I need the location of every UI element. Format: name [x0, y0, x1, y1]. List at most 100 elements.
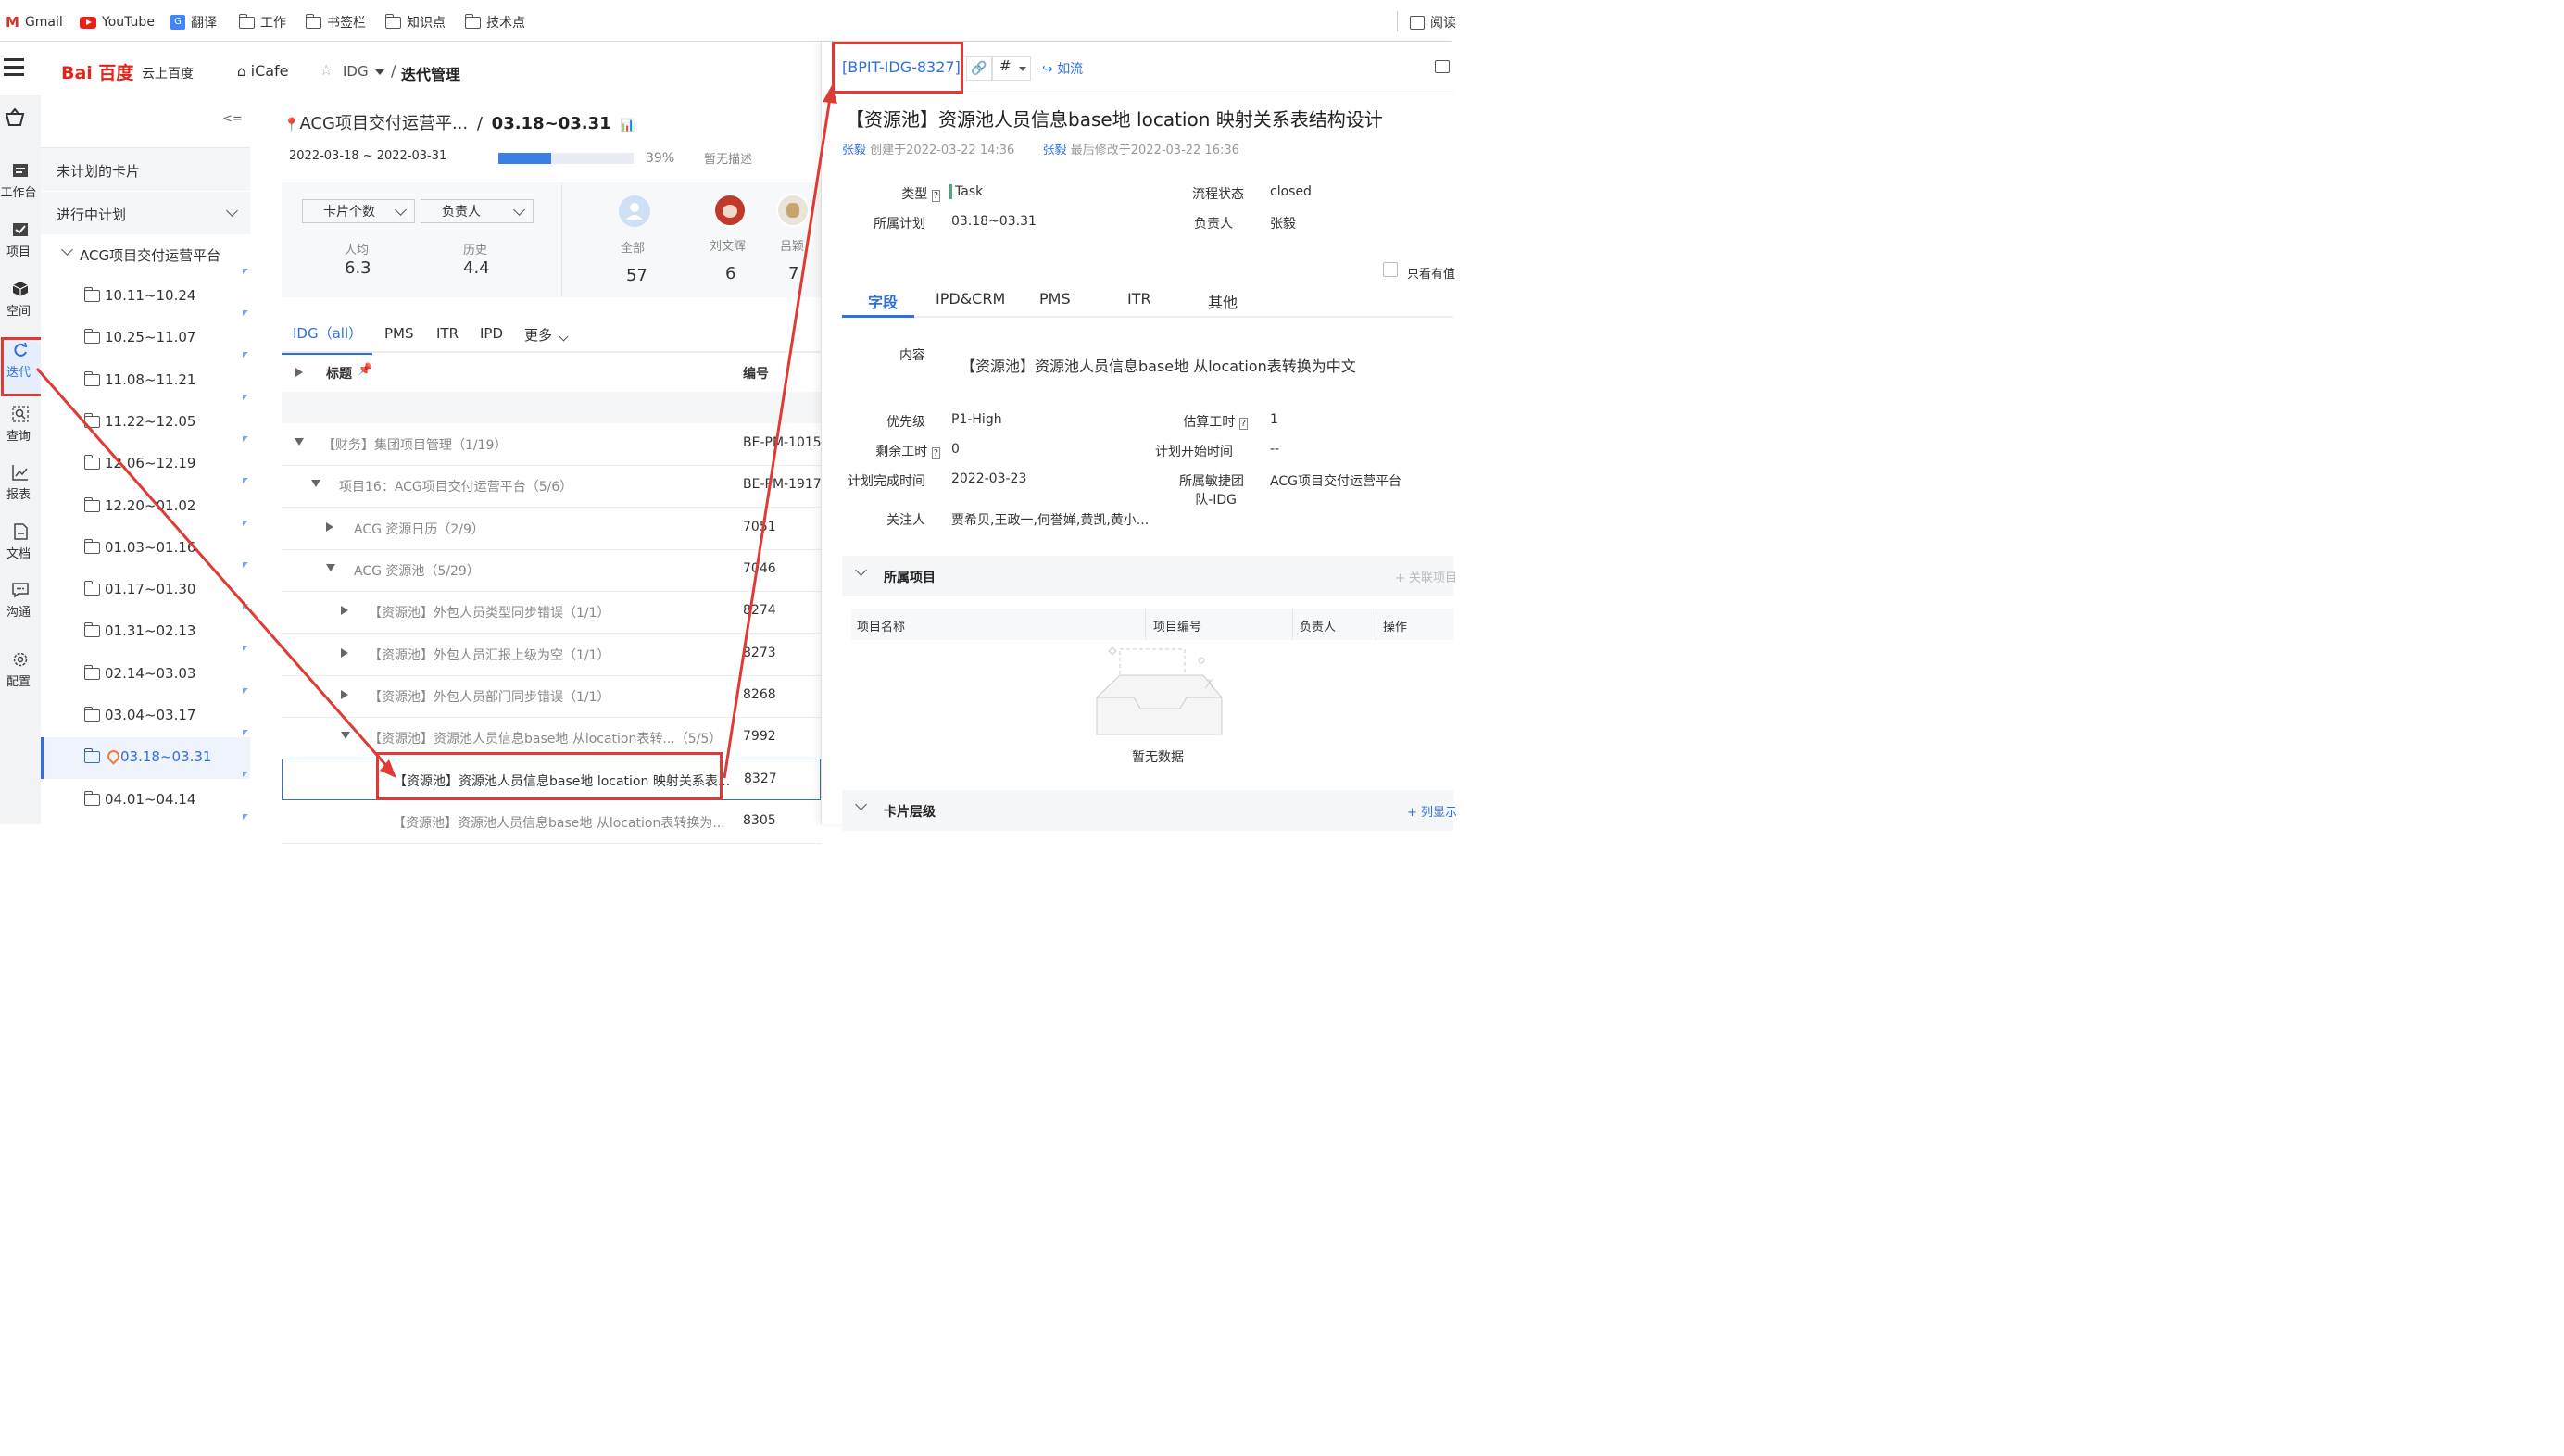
collapse-icon[interactable]	[311, 480, 320, 488]
rail-docs[interactable]: 文档	[0, 523, 41, 575]
type-value[interactable]: Task	[949, 184, 983, 199]
rail-report[interactable]: 报表	[0, 464, 41, 516]
row-title[interactable]: 【资源池】资源池人员信息base地 从location表转...（5/5）	[369, 729, 722, 747]
plan-item[interactable]: 02.14~03.03	[41, 654, 250, 696]
description[interactable]: 暂无描述	[704, 149, 752, 167]
content-value[interactable]: 【资源池】资源池人员信息base地 从location表转换为中文	[961, 354, 1356, 376]
metric-select[interactable]: 卡片个数	[302, 199, 415, 223]
row-title[interactable]: 【资源池】外包人员类型同步错误（1/1）	[369, 603, 610, 621]
plan-item[interactable]: 11.22~12.05	[41, 402, 250, 444]
star-icon[interactable]: ☆	[320, 61, 333, 79]
plan-item[interactable]: 01.03~01.16	[41, 528, 250, 570]
table-row[interactable]: ACG 资源池（5/29） 7046	[282, 549, 821, 592]
row-title[interactable]: ACG 资源日历（2/9）	[354, 520, 484, 538]
plan-start-value[interactable]: --	[1270, 442, 1279, 457]
expand-icon[interactable]	[326, 521, 333, 532]
expand-icon[interactable]	[341, 647, 348, 658]
tab-fields[interactable]: 字段	[842, 282, 914, 318]
plan-item[interactable]: 03.04~03.17	[41, 696, 250, 737]
row-title[interactable]: ACG 资源池（5/29）	[354, 561, 480, 580]
table-row[interactable]: 【资源池】资源池人员信息base地 从location表转换为... 8305	[282, 801, 821, 844]
tab-idg-all[interactable]: IDG（all）	[282, 316, 372, 355]
remaining-value[interactable]: 0	[951, 442, 960, 457]
plan-value[interactable]: 03.18~03.31	[951, 214, 1037, 229]
tab-ipd[interactable]: IPD	[480, 325, 503, 342]
pin-icon[interactable]: 📌	[358, 363, 372, 377]
bucket-icon[interactable]	[4, 107, 26, 133]
collapse-icon[interactable]	[341, 732, 350, 740]
estimate-value[interactable]: 1	[1270, 412, 1278, 427]
table-row[interactable]: 【财务】集团项目管理（1/19） BE-PM-1015	[282, 423, 822, 466]
row-title[interactable]: 项目16：ACG项目交付运营平台（5/6）	[339, 477, 572, 496]
tab-itr[interactable]: ITR	[436, 325, 459, 342]
collapse-icon[interactable]	[326, 563, 335, 571]
rail-chat[interactable]: 沟通	[0, 582, 41, 634]
row-title[interactable]: 【资源池】外包人员部门同步错误（1/1）	[369, 687, 610, 706]
rail-space[interactable]: 空间	[0, 281, 41, 333]
only-values-checkbox[interactable]	[1383, 262, 1398, 277]
table-row[interactable]: 项目16：ACG项目交付运营平台（5/6） BE-PM-1917	[282, 465, 822, 508]
row-title[interactable]: 【资源池】资源池人员信息base地 从location表转换为...	[393, 813, 725, 832]
share-ruliu[interactable]: ↪ 如流	[1042, 59, 1083, 78]
stats-chart-icon[interactable]: 📊	[620, 119, 635, 132]
tab-pms[interactable]: PMS	[384, 325, 414, 342]
row-title[interactable]: 【资源池】外包人员汇报上级为空（1/1）	[369, 646, 610, 664]
bookmark-folder-tech[interactable]: 技术点	[464, 13, 525, 31]
avatar-liuwenhui[interactable]	[713, 194, 747, 227]
section-card-hierarchy[interactable]: 卡片层级 + 列显示	[842, 790, 1457, 831]
message-icon[interactable]	[1435, 60, 1450, 73]
space-selector[interactable]: IDG	[343, 63, 385, 80]
in-progress-plans[interactable]: 进行中计划	[41, 192, 250, 234]
plan-group[interactable]: ACG项目交付运营平台	[41, 234, 250, 276]
link-icon[interactable]: 🔗	[966, 56, 992, 81]
team-value[interactable]: ACG项目交付运营平台	[1270, 471, 1401, 490]
plan-item[interactable]: 12.20~01.02	[41, 486, 250, 528]
bookmark-youtube[interactable]: YouTube	[80, 13, 155, 31]
rail-query[interactable]: 查询	[0, 406, 41, 458]
plan-item[interactable]: 03.18~03.31	[41, 737, 250, 780]
plan-item[interactable]: 12.06~12.19	[41, 444, 250, 485]
column-display-button[interactable]: + 列显示	[1407, 802, 1457, 820]
table-row[interactable]: 【资源池】外包人员类型同步错误（1/1） 8274	[282, 591, 821, 634]
priority-value[interactable]: P1-High	[951, 412, 1002, 427]
avatar-lvying[interactable]	[776, 194, 810, 227]
plan-end-value[interactable]: 2022-03-23	[951, 471, 1026, 486]
plan-item[interactable]: 10.25~11.07	[41, 318, 250, 359]
bookmark-gmail[interactable]: M Gmail	[6, 13, 63, 31]
bookmark-folder-work[interactable]: 工作	[238, 13, 286, 31]
collapse-icon[interactable]	[295, 438, 304, 446]
reading-list[interactable]: 阅读	[1410, 13, 1456, 31]
avatar-all[interactable]	[619, 195, 650, 227]
watchers-value[interactable]: 贾希贝,王政一,何誉婵,黄凯,黄小...	[951, 510, 1149, 529]
card-title[interactable]: 【资源池】资源池人员信息base地 location 映射关系表结构设计	[846, 105, 1383, 132]
tab-other[interactable]: 其他	[1208, 290, 1238, 312]
link-project-button[interactable]: + 关联项目	[1395, 568, 1457, 585]
icafe-link[interactable]: ⌂ iCafe	[237, 62, 289, 80]
plan-item[interactable]: 01.31~02.13	[41, 611, 250, 653]
plan-item[interactable]: 10.11~10.24	[41, 276, 250, 318]
expand-all-icon[interactable]	[295, 368, 303, 377]
expand-icon[interactable]	[341, 606, 348, 616]
table-row[interactable]: ACG 资源日历（2/9） 7051	[282, 508, 821, 550]
bookmark-folder-knowledge[interactable]: 知识点	[384, 13, 446, 31]
section-projects[interactable]: 所属项目 + 关联项目	[842, 556, 1457, 596]
rail-settings[interactable]: 配置	[0, 651, 41, 703]
bookmark-translate[interactable]: G 翻译	[170, 13, 217, 31]
expand-icon[interactable]	[341, 689, 348, 699]
table-row[interactable]: 【资源池】外包人员部门同步错误（1/1） 8268	[282, 675, 821, 718]
owner-value[interactable]: 张毅	[1270, 214, 1296, 232]
tab-itr[interactable]: ITR	[1127, 290, 1151, 308]
rail-workbench[interactable]: 工作台	[0, 162, 41, 214]
table-row[interactable]: 【资源池】外包人员汇报上级为空（1/1） 8273	[282, 634, 821, 676]
baidu-logo[interactable]: Bai 百度	[61, 59, 133, 84]
row-title[interactable]: 【财务】集团项目管理（1/19）	[322, 435, 507, 454]
tab-pms[interactable]: PMS	[1039, 290, 1071, 308]
rail-project[interactable]: 项目	[0, 221, 41, 273]
plan-item[interactable]: 11.08~11.21	[41, 360, 250, 402]
status-value[interactable]: closed	[1270, 184, 1312, 199]
hash-menu[interactable]: #	[992, 56, 1031, 81]
collapse-sidebar-icon[interactable]: <=	[222, 112, 243, 126]
bookmark-folder-bookmarks[interactable]: 书签栏	[305, 13, 366, 31]
unplanned-cards[interactable]: 未计划的卡片	[41, 147, 250, 191]
tab-more[interactable]: 更多	[524, 325, 569, 345]
